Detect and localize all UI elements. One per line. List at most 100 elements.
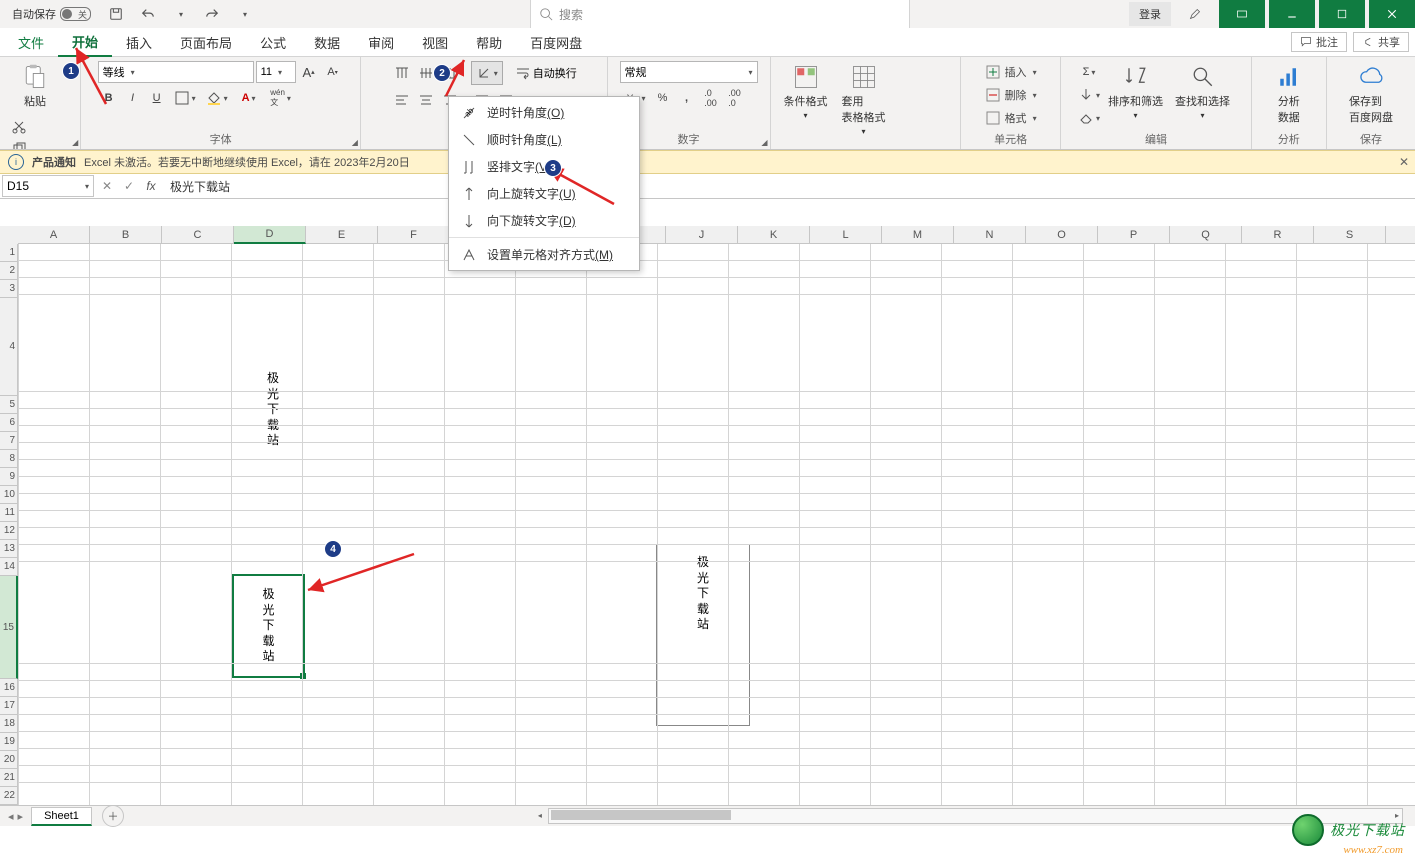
column-header-F[interactable]: F — [378, 226, 450, 244]
qat-customize-dropdown[interactable] — [231, 0, 257, 28]
copy-icon[interactable] — [8, 139, 30, 150]
orientation-button[interactable] — [471, 61, 503, 85]
format-as-table-button[interactable]: 套用 表格格式▾ — [837, 61, 891, 138]
enter-formula-icon[interactable]: ✓ — [118, 176, 140, 196]
save-icon[interactable] — [103, 0, 129, 28]
clipboard-launcher[interactable]: ◢ — [72, 138, 78, 147]
tab-pagelayout[interactable]: 页面布局 — [166, 28, 246, 56]
add-sheet-button[interactable]: ＋ — [102, 805, 124, 827]
login-button[interactable]: 登录 — [1129, 2, 1171, 26]
column-header-A[interactable]: A — [18, 226, 90, 244]
row-header-2[interactable]: 2 — [0, 262, 18, 280]
text-box-shape[interactable]: 极光下载站 — [656, 544, 750, 726]
undo-dropdown[interactable] — [167, 0, 193, 28]
row-header-13[interactable]: 13 — [0, 540, 18, 558]
row-header-22[interactable]: 22 — [0, 787, 18, 805]
cell-styles-button[interactable]: 单元格样式▾ — [779, 142, 842, 150]
column-header-R[interactable]: R — [1242, 226, 1314, 244]
percent-icon[interactable]: % — [652, 87, 674, 109]
row-header-16[interactable]: 16 — [0, 679, 18, 697]
column-header-K[interactable]: K — [738, 226, 810, 244]
tab-help[interactable]: 帮助 — [462, 28, 516, 56]
clear-icon[interactable] — [1078, 107, 1100, 129]
font-size-combo[interactable]: 11 — [256, 61, 296, 83]
find-select-button[interactable]: 查找和选择▾ — [1171, 61, 1234, 122]
row-header-17[interactable]: 17 — [0, 697, 18, 715]
notif-close-icon[interactable]: ✕ — [1399, 155, 1409, 169]
column-header-P[interactable]: P — [1098, 226, 1170, 244]
insert-cells-button[interactable]: 插入 — [985, 61, 1037, 83]
comments-button[interactable]: 批注 — [1291, 32, 1347, 52]
italic-icon[interactable]: I — [122, 87, 144, 109]
number-format-combo[interactable]: 常规 — [620, 61, 758, 83]
delete-cells-button[interactable]: 删除 — [985, 84, 1037, 106]
pen-icon[interactable] — [1175, 0, 1215, 28]
close-button[interactable] — [1369, 0, 1415, 28]
row-header-5[interactable]: 5 — [0, 396, 18, 414]
row-header-12[interactable]: 12 — [0, 522, 18, 540]
row-header-9[interactable]: 9 — [0, 468, 18, 486]
sheet-tab-1[interactable]: Sheet1 — [31, 807, 92, 826]
fill-color-icon[interactable] — [202, 87, 232, 109]
row-header-20[interactable]: 20 — [0, 751, 18, 769]
row-header-7[interactable]: 7 — [0, 432, 18, 450]
select-all-corner[interactable] — [0, 226, 19, 245]
tab-home[interactable]: 开始 — [58, 27, 112, 57]
sheet-nav-next-icon[interactable]: ▸ — [18, 810, 24, 823]
maximize-button[interactable] — [1319, 0, 1365, 28]
column-header-N[interactable]: N — [954, 226, 1026, 244]
cancel-formula-icon[interactable]: ✕ — [96, 176, 118, 196]
tab-view[interactable]: 视图 — [408, 28, 462, 56]
align-top-icon[interactable] — [391, 62, 413, 84]
column-header-S[interactable]: S — [1314, 226, 1386, 244]
decrease-font-icon[interactable]: A▾ — [322, 61, 344, 83]
tab-data[interactable]: 数据 — [300, 28, 354, 56]
horizontal-scrollbar[interactable]: ◂ ▸ — [548, 808, 1403, 824]
tab-insert[interactable]: 插入 — [112, 28, 166, 56]
conditional-formatting-button[interactable]: 条件格式▾ — [779, 61, 833, 122]
phonetic-icon[interactable]: wén文 — [266, 87, 296, 109]
ribbon-display-button[interactable] — [1219, 0, 1265, 28]
row-header-10[interactable]: 10 — [0, 486, 18, 504]
bold-icon[interactable]: B — [98, 87, 120, 109]
increase-decimal-icon[interactable]: .0.00 — [700, 87, 722, 109]
font-family-combo[interactable]: 等线 — [98, 61, 254, 83]
share-button[interactable]: 共享 — [1353, 32, 1409, 52]
column-header-O[interactable]: O — [1026, 226, 1098, 244]
redo-icon[interactable] — [199, 0, 225, 28]
sort-filter-button[interactable]: 排序和筛选▾ — [1104, 61, 1167, 122]
formula-input[interactable]: 极光下载站 — [162, 178, 1415, 195]
column-header-C[interactable]: C — [162, 226, 234, 244]
row-header-18[interactable]: 18 — [0, 715, 18, 733]
decrease-decimal-icon[interactable]: .00.0 — [724, 87, 746, 109]
row-header-11[interactable]: 11 — [0, 504, 18, 522]
orientation-rotate-down[interactable]: 向下旋转文字(D) — [449, 207, 639, 234]
column-header-J[interactable]: J — [666, 226, 738, 244]
row-header-6[interactable]: 6 — [0, 414, 18, 432]
number-launcher[interactable]: ◢ — [761, 138, 767, 147]
row-header-8[interactable]: 8 — [0, 450, 18, 468]
row-header-4[interactable]: 4 — [0, 298, 18, 396]
tab-baidupan[interactable]: 百度网盘 — [516, 28, 596, 56]
format-cells-button[interactable]: 格式 — [985, 107, 1037, 129]
font-launcher[interactable]: ◢ — [352, 138, 358, 147]
orientation-format-cells[interactable]: 设置单元格对齐方式(M) — [449, 241, 639, 268]
column-header-Q[interactable]: Q — [1170, 226, 1242, 244]
scroll-left-icon[interactable]: ◂ — [533, 809, 547, 821]
orientation-cw[interactable]: 顺时针角度(L) — [449, 126, 639, 153]
wrap-text-icon[interactable] — [515, 62, 531, 84]
column-header-T[interactable]: T — [1386, 226, 1415, 244]
tab-review[interactable]: 审阅 — [354, 28, 408, 56]
row-header-21[interactable]: 21 — [0, 769, 18, 787]
comma-icon[interactable]: , — [676, 87, 698, 109]
orientation-rotate-up[interactable]: 向上旋转文字(U) — [449, 180, 639, 207]
row-header-3[interactable]: 3 — [0, 280, 18, 298]
column-header-B[interactable]: B — [90, 226, 162, 244]
align-center-icon[interactable] — [415, 89, 437, 111]
search-box[interactable]: 搜索 — [530, 0, 910, 29]
minimize-button[interactable] — [1269, 0, 1315, 28]
increase-font-icon[interactable]: A▴ — [298, 61, 320, 83]
autosum-icon[interactable]: Σ — [1078, 61, 1100, 83]
save-to-baidupan-button[interactable]: 保存到 百度网盘 — [1344, 61, 1398, 127]
autosave-toggle[interactable]: 自动保存 关 — [6, 6, 97, 22]
